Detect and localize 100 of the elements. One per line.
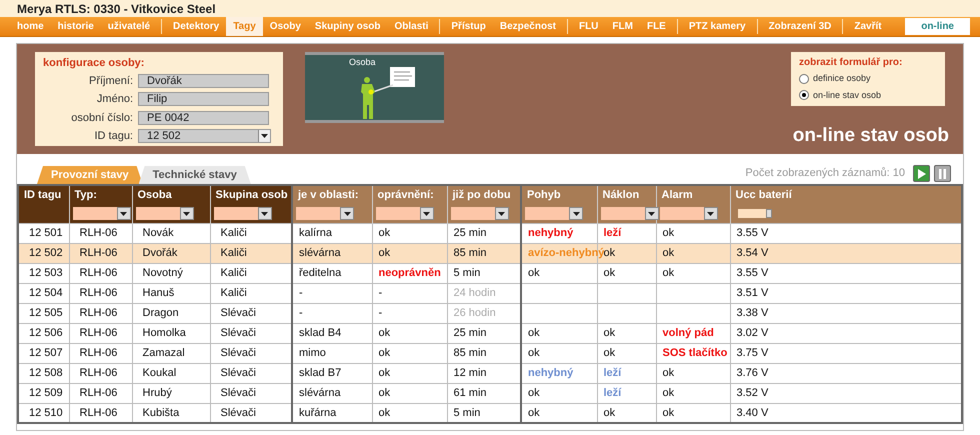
nav-tab[interactable]: home bbox=[10, 17, 51, 36]
filter-dropdown[interactable] bbox=[72, 207, 130, 220]
table-cell: slévárna bbox=[299, 386, 341, 399]
table-cell: neoprávněn bbox=[378, 266, 441, 279]
table-row[interactable]: 12 501 RLH-06 Novák Kaliči kalírna ok 25 min nehybný leží ok 3.55 V bbox=[18, 223, 962, 243]
table-cell: avízo-nehybný bbox=[528, 246, 604, 259]
radio-button[interactable] bbox=[799, 90, 809, 100]
table-cell: RLH-06 bbox=[80, 406, 118, 418]
table-cell: sklad B4 bbox=[299, 326, 342, 339]
window-title: Merya RTLS: 0330 - Vitkovice Steel bbox=[17, 0, 216, 18]
table-cell: ok bbox=[662, 226, 674, 239]
field-label: Příjmení: bbox=[88, 74, 133, 88]
table-cell: Slévači bbox=[220, 346, 256, 359]
column-header: Náklon bbox=[597, 185, 656, 205]
nav-tab[interactable]: Zavřít bbox=[847, 17, 889, 36]
pause-button[interactable] bbox=[934, 165, 951, 182]
panel-heading: on-line stav osob bbox=[792, 124, 949, 148]
table-cell: ok bbox=[604, 266, 616, 279]
table-cell: 25 min bbox=[454, 326, 487, 339]
table-cell: kalírna bbox=[299, 226, 332, 239]
nav-tab[interactable]: FLE bbox=[640, 17, 673, 36]
nav-tab[interactable]: Oblasti bbox=[387, 17, 436, 36]
nav-tab[interactable]: Skupiny osob bbox=[308, 17, 388, 36]
table-cell: Slévači bbox=[220, 406, 256, 418]
table-cell: kuřárna bbox=[299, 406, 336, 418]
table-cell: ok bbox=[378, 386, 390, 399]
table-cell: RLH-06 bbox=[80, 386, 118, 399]
table-row[interactable]: 12 508 RLH-06 Koukal Slévači sklad B7 ok 12 min nehybný leží ok 3.76 V bbox=[18, 363, 962, 383]
table-cell: 3.55 V bbox=[736, 226, 768, 239]
table-cell: sklad B7 bbox=[299, 366, 342, 379]
table-row[interactable]: 12 505 RLH-06 Dragon Slévači - - 26 hodin 3.38 V bbox=[18, 303, 962, 323]
column-header: je v oblasti: bbox=[292, 185, 372, 205]
table-cell: 12 min bbox=[454, 366, 487, 379]
column-header: Pohyb bbox=[521, 185, 597, 205]
table-cell: mimo bbox=[299, 346, 326, 359]
panel-title: konfigurace osoby: bbox=[43, 56, 146, 71]
table-cell: 12 510 bbox=[29, 406, 63, 418]
table-row[interactable]: 12 507 RLH-06 Zamazal Slévači mimo ok 85 min ok ok SOS tlačítko 3.75 V bbox=[18, 343, 962, 363]
table-cell: ok bbox=[662, 266, 674, 279]
tab[interactable]: Provozní stavy bbox=[37, 166, 143, 184]
table-cell: - bbox=[299, 306, 303, 319]
table-cell: 3.51 V bbox=[736, 286, 768, 299]
play-button[interactable] bbox=[913, 165, 930, 182]
field-label: ID tagu: bbox=[93, 129, 133, 144]
text-field[interactable]: PE 0042 bbox=[138, 110, 269, 125]
table-cell: ok bbox=[378, 326, 390, 339]
table-cell: RLH-06 bbox=[80, 346, 118, 359]
radio-button[interactable] bbox=[799, 74, 809, 84]
table-cell: Hrubý bbox=[142, 386, 172, 399]
table-cell: Slévači bbox=[220, 306, 256, 319]
table-cell: ok bbox=[528, 266, 540, 279]
table-cell: ok bbox=[604, 246, 616, 259]
table-cell: Slévači bbox=[220, 326, 256, 339]
table-row[interactable]: 12 503 RLH-06 Novotný Kaliči ředitelna neoprávněn 5 min ok ok ok 3.55 V bbox=[18, 263, 962, 283]
nav-tab[interactable]: historie bbox=[50, 17, 101, 36]
text-field[interactable]: Dvořák bbox=[138, 74, 269, 88]
table-row[interactable]: 12 510 RLH-06 Kubišta Slévači kuřárna ok 5 min ok ok ok 3.40 V bbox=[18, 403, 962, 423]
table-cell: leží bbox=[604, 226, 622, 239]
table-row[interactable]: 12 504 RLH-06 Hanuš Kaliči - - 24 hodin 3.51 V bbox=[18, 283, 962, 303]
table-cell: 12 507 bbox=[29, 346, 63, 359]
id-tag-select[interactable]: 12 502 bbox=[138, 129, 271, 144]
table-cell: Hanuš bbox=[142, 286, 174, 299]
filter-dropdown[interactable] bbox=[136, 207, 194, 220]
nav-tab[interactable]: FLU bbox=[572, 17, 606, 36]
filter-dropdown[interactable] bbox=[214, 207, 272, 220]
table-cell: 12 508 bbox=[29, 366, 63, 379]
table-cell: 26 hodin bbox=[454, 306, 496, 319]
table-cell: ředitelna bbox=[299, 266, 342, 279]
table-cell: ok bbox=[662, 386, 674, 399]
preview-caption: Osoba bbox=[349, 56, 376, 69]
table-cell: RLH-06 bbox=[80, 366, 118, 379]
tab[interactable]: Technické stavy bbox=[138, 166, 251, 184]
nav-tab[interactable]: Osoby bbox=[262, 17, 308, 36]
table-cell: 3.75 V bbox=[736, 346, 768, 359]
text-field[interactable]: Filip bbox=[138, 92, 269, 106]
nav-tab[interactable]: Zobrazení 3D bbox=[762, 17, 838, 36]
nav-tab[interactable]: Přístup bbox=[444, 17, 493, 36]
table-cell: 3.76 V bbox=[736, 366, 768, 379]
nav-tab[interactable]: FLM bbox=[605, 17, 640, 36]
table-cell: ok bbox=[528, 406, 540, 418]
nav-tab[interactable]: Detektory bbox=[166, 17, 226, 36]
play-icon bbox=[917, 168, 926, 178]
table-cell: 12 502 bbox=[29, 246, 63, 259]
table-cell: leží bbox=[604, 386, 622, 399]
nav-tab[interactable]: PTZ kamery bbox=[682, 17, 753, 36]
table-row[interactable]: 12 509 RLH-06 Hrubý Slévači slévárna ok 61 min ok leží ok 3.52 V bbox=[18, 383, 962, 403]
table-row[interactable]: 12 502 RLH-06 Dvořák Kaliči slévárna ok 85 min avízo-nehybnýok ok 3.54 V bbox=[18, 243, 962, 263]
table-cell: 12 501 bbox=[29, 226, 63, 239]
table-cell: SOS tlačítko bbox=[662, 346, 728, 359]
nav-tab[interactable]: Tagy bbox=[226, 17, 263, 36]
table-cell: RLH-06 bbox=[80, 326, 118, 339]
table-cell: Zamazal bbox=[142, 346, 185, 359]
table-cell: - bbox=[378, 306, 382, 319]
nav-tab[interactable]: Bezpečnost bbox=[492, 17, 563, 36]
table-cell: - bbox=[378, 286, 382, 299]
table-cell: Homolka bbox=[142, 326, 186, 339]
table-cell: 12 509 bbox=[29, 386, 63, 399]
table-cell: Dvořák bbox=[142, 246, 178, 259]
table-row[interactable]: 12 506 RLH-06 Homolka Slévači sklad B4 ok 25 min ok ok volný pád 3.02 V bbox=[18, 323, 962, 343]
nav-tab[interactable]: uživatelé bbox=[100, 17, 158, 36]
